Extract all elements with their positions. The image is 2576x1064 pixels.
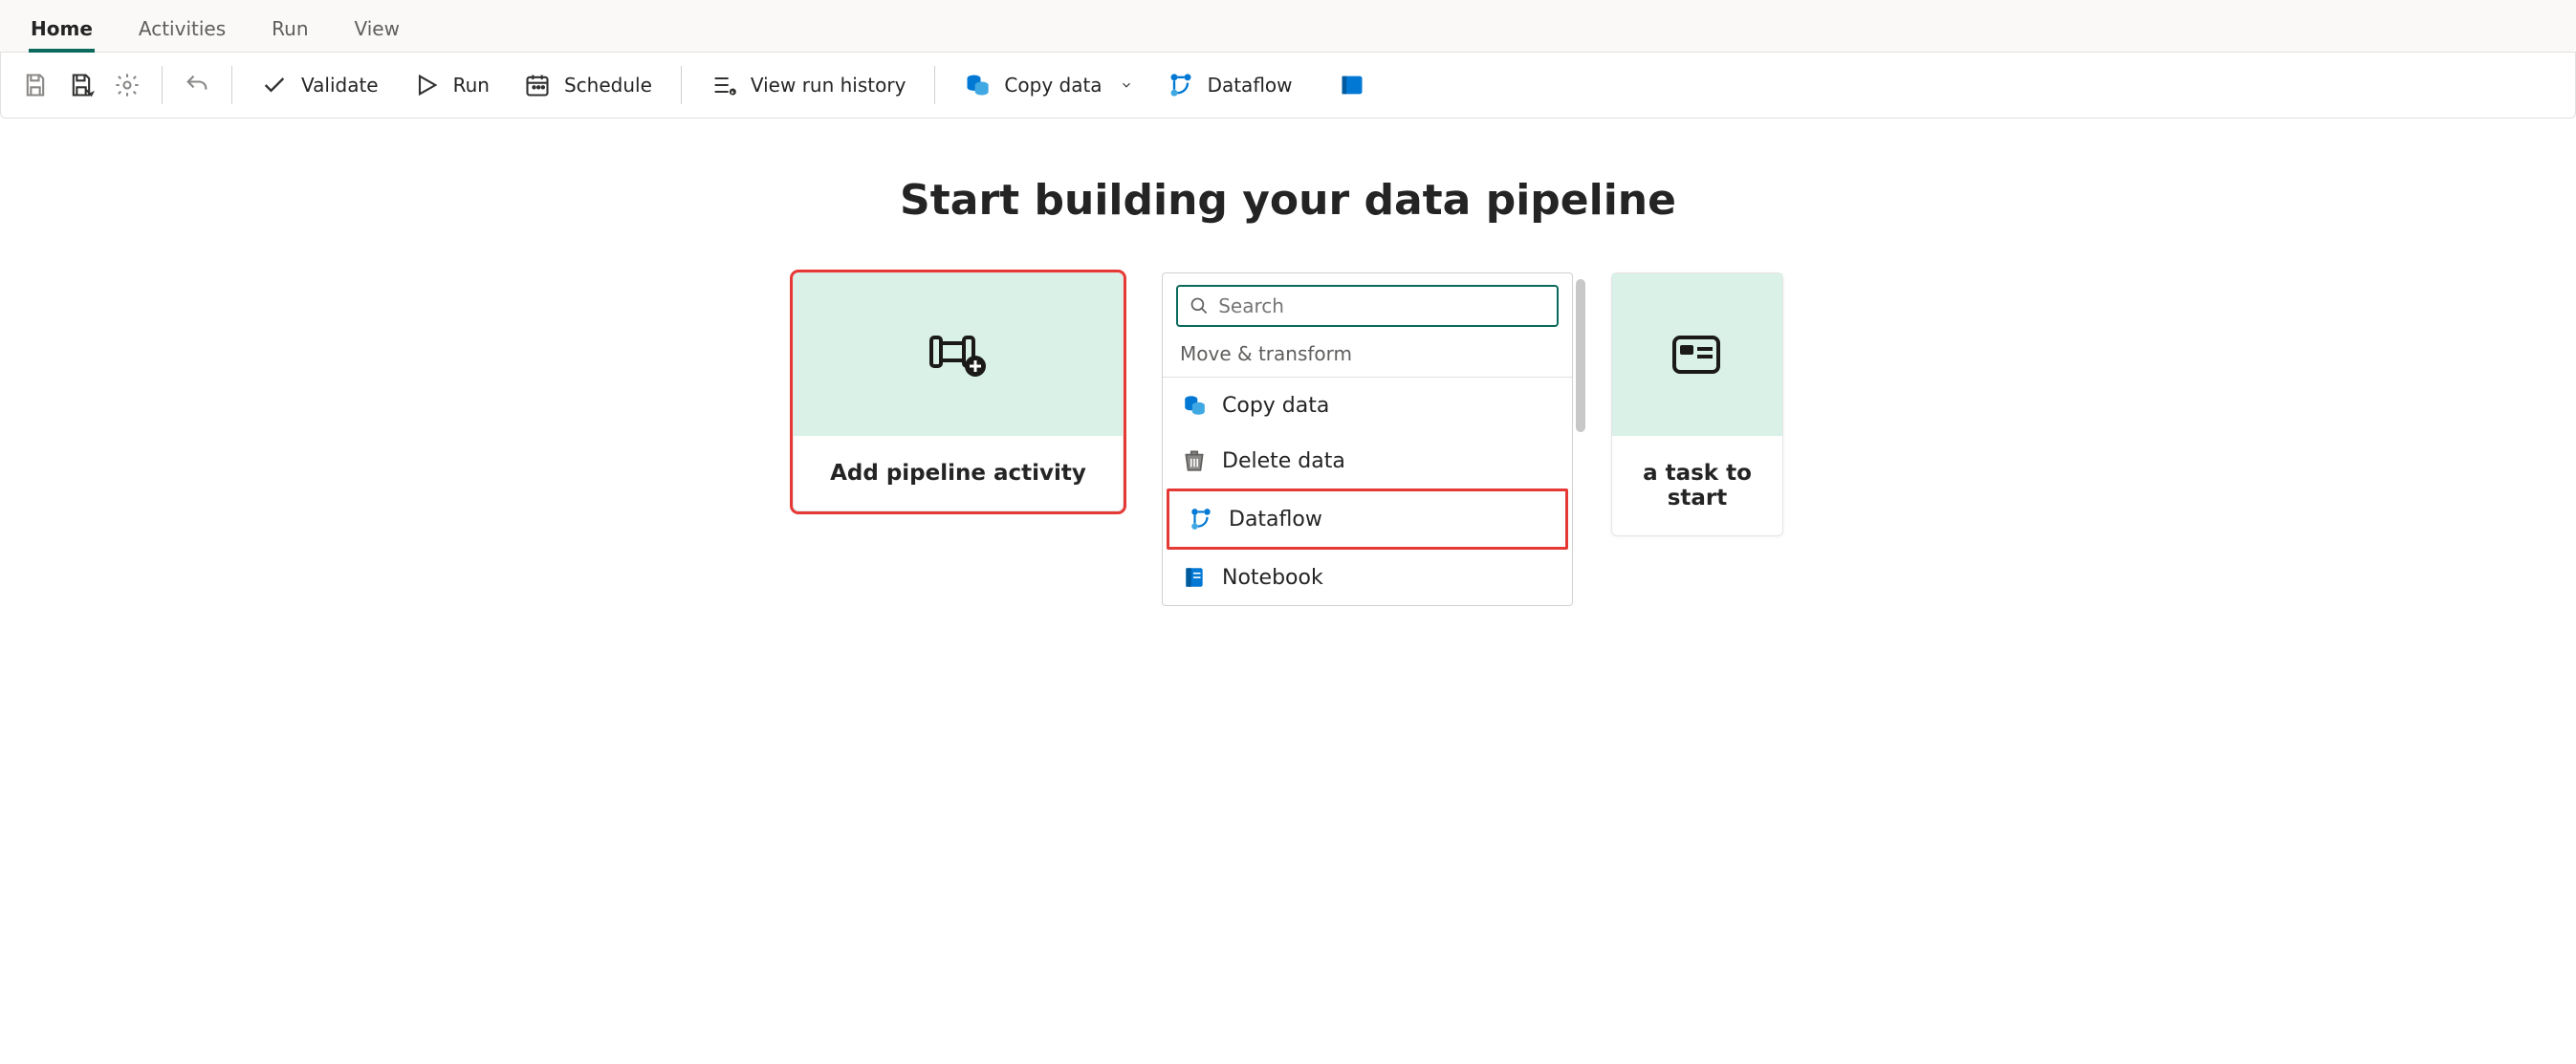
pipeline-activity-icon (928, 332, 989, 378)
card-image (794, 273, 1123, 436)
settings-button[interactable] (104, 66, 150, 104)
activity-search-popup: Move & transform Copy data Delete data D… (1162, 272, 1573, 606)
dataflow-label: Dataflow (1208, 74, 1293, 97)
copy-data-button[interactable]: Copy data (947, 62, 1149, 108)
validate-button[interactable]: Validate (244, 62, 396, 108)
menu-label: Copy data (1222, 394, 1329, 418)
page-heading: Start building your data pipeline (19, 176, 2557, 225)
tab-view[interactable]: View (353, 10, 402, 52)
menu-label: Notebook (1222, 566, 1323, 590)
card-image (1612, 273, 1782, 436)
menu-copy-data[interactable]: Copy data (1163, 378, 1572, 433)
canvas: Start building your data pipeline Add pi… (0, 119, 2576, 606)
trash-icon (1182, 448, 1207, 473)
validate-label: Validate (301, 74, 379, 97)
view-run-history-button[interactable]: View run history (693, 62, 924, 108)
card-label: a task to start (1612, 436, 1782, 535)
menu-dataflow[interactable]: Dataflow (1167, 489, 1568, 550)
search-box[interactable] (1176, 285, 1559, 327)
separator (681, 66, 682, 104)
view-run-history-label: View run history (751, 74, 906, 97)
search-icon (1190, 295, 1209, 316)
separator (934, 66, 935, 104)
schedule-label: Schedule (564, 74, 652, 97)
menu-label: Delete data (1222, 449, 1345, 473)
tab-run[interactable]: Run (270, 10, 310, 52)
undo-button[interactable] (174, 66, 220, 104)
database-icon (1182, 393, 1207, 418)
copy-data-label: Copy data (1004, 74, 1102, 97)
dataflow-icon (1189, 507, 1213, 532)
run-label: Run (453, 74, 490, 97)
save-as-button[interactable] (58, 66, 104, 104)
search-input[interactable] (1218, 294, 1545, 317)
card-label: Add pipeline activity (794, 436, 1123, 510)
menu-delete-data[interactable]: Delete data (1163, 433, 1572, 489)
toolbar: Validate Run Schedule View run history C… (0, 53, 2576, 119)
chevron-down-icon (1120, 78, 1133, 92)
tab-activities[interactable]: Activities (137, 10, 228, 52)
dataflow-button[interactable]: Dataflow (1150, 62, 1310, 108)
more-button[interactable] (1329, 66, 1375, 104)
save-button[interactable] (12, 66, 58, 104)
ribbon-tabs: Home Activities Run View (0, 0, 2576, 53)
schedule-button[interactable]: Schedule (507, 62, 669, 108)
group-header: Move & transform (1163, 337, 1572, 378)
separator (162, 66, 163, 104)
notebook-icon (1182, 565, 1207, 590)
menu-notebook[interactable]: Notebook (1163, 550, 1572, 605)
menu-label: Dataflow (1229, 508, 1322, 532)
add-pipeline-activity-card[interactable]: Add pipeline activity (793, 272, 1124, 511)
run-button[interactable]: Run (396, 62, 507, 108)
start-cards: Add pipeline activity Move & transform C… (19, 272, 2557, 606)
tab-home[interactable]: Home (29, 10, 95, 52)
template-icon (1670, 332, 1724, 378)
task-card[interactable]: a task to start (1611, 272, 1783, 536)
separator (231, 66, 232, 104)
scrollbar[interactable] (1576, 279, 1585, 432)
